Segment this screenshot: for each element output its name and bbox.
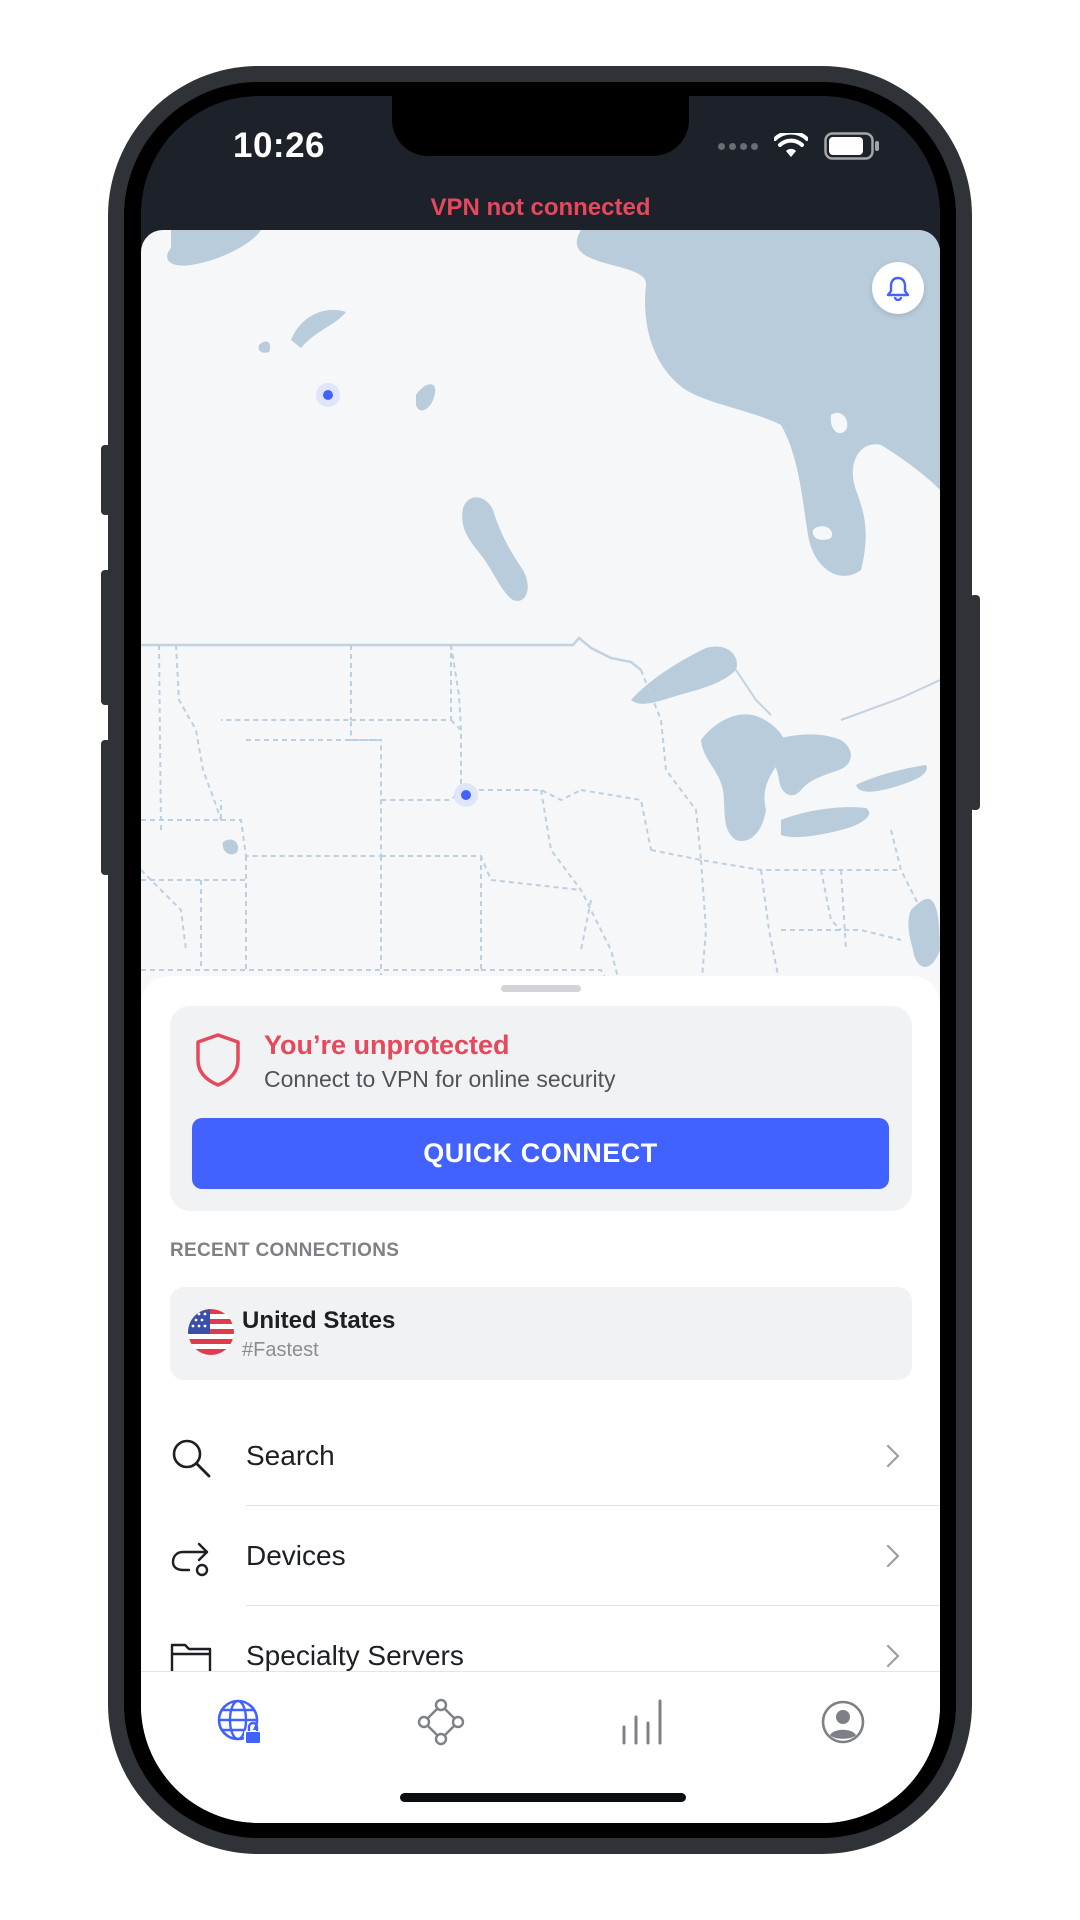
chevron-right-icon (886, 1644, 900, 1668)
protection-status-card: You’re unprotected Connect to VPN for on… (170, 1006, 912, 1211)
map-graphic[interactable] (141, 230, 940, 1010)
bars-icon (622, 1699, 662, 1745)
chevron-right-icon (886, 1544, 900, 1568)
globe-lock-icon (217, 1699, 262, 1745)
protection-title: You’re unprotected (264, 1030, 510, 1060)
shield-icon (196, 1033, 240, 1087)
menu-item-search[interactable]: Search (141, 1406, 940, 1506)
battery-icon (824, 132, 879, 160)
protection-subtitle: Connect to VPN for online security (264, 1066, 616, 1092)
menu-item-label: Devices (246, 1540, 346, 1571)
tab-vpn[interactable] (210, 1692, 270, 1752)
search-icon (172, 1439, 211, 1478)
recent-connection-item[interactable]: United States #Fastest (170, 1287, 912, 1380)
menu-item-label: Search (246, 1440, 335, 1471)
chevron-right-icon (886, 1444, 900, 1468)
us-flag-icon (188, 1309, 234, 1355)
recent-server-tag: #Fastest (242, 1339, 319, 1361)
recent-country-name: United States (242, 1307, 396, 1334)
volume-down-button (101, 740, 111, 875)
volume-up-button (101, 570, 111, 705)
meshnet-icon (417, 1698, 465, 1746)
menu-item-label: Specialty Servers (246, 1640, 464, 1671)
devices-icon (171, 1542, 209, 1577)
phone-screen: 10:26 VPN not connected You’re unprotect… (141, 96, 940, 1823)
bell-icon (886, 276, 910, 301)
tab-stats[interactable] (612, 1692, 672, 1752)
recent-connections-heading: RECENT CONNECTIONS (170, 1240, 400, 1261)
notch (392, 96, 689, 156)
tab-bar (141, 1671, 940, 1823)
home-indicator[interactable] (400, 1793, 686, 1802)
notification-bell-button[interactable] (872, 262, 924, 314)
mute-switch (101, 445, 111, 515)
tab-profile[interactable] (813, 1692, 873, 1752)
profile-icon (821, 1700, 865, 1744)
wifi-icon (774, 133, 808, 157)
server-map[interactable] (141, 230, 940, 1010)
sheet-drag-handle[interactable] (501, 985, 581, 992)
menu-item-devices[interactable]: Devices (141, 1506, 940, 1606)
quick-connect-button[interactable]: QUICK CONNECT (192, 1118, 889, 1189)
cellular-signal-icon (718, 142, 758, 150)
power-button (970, 595, 980, 810)
vpn-status-text: VPN not connected (430, 194, 651, 221)
status-time: 10:26 (233, 126, 326, 165)
status-icons (718, 126, 880, 166)
tab-meshnet[interactable] (411, 1692, 471, 1752)
